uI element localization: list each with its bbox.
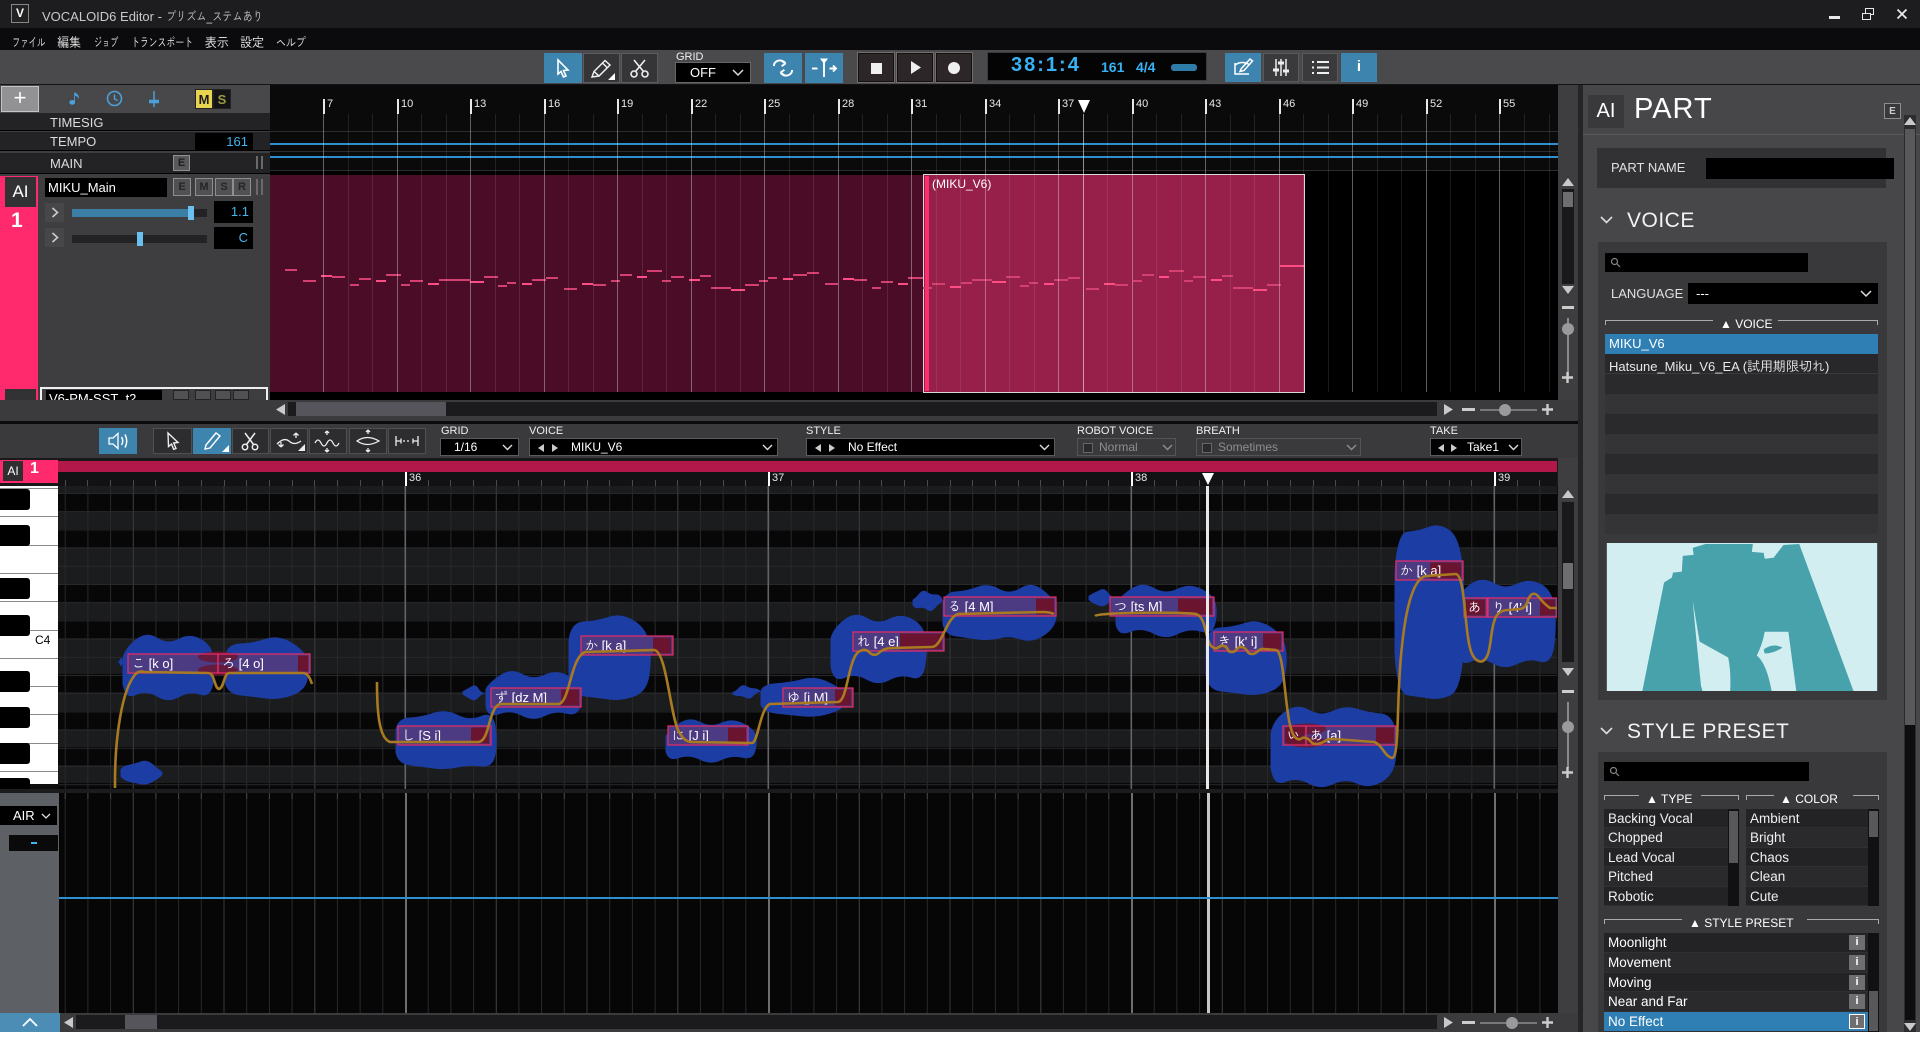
svg-text:こ [k o]: こ [k o] [132, 656, 173, 671]
svg-text:ろ [4 o]: ろ [4 o] [222, 656, 264, 671]
svg-text:る [4 M]: る [4 M] [948, 599, 994, 614]
svg-text:あ: あ [1468, 600, 1481, 615]
